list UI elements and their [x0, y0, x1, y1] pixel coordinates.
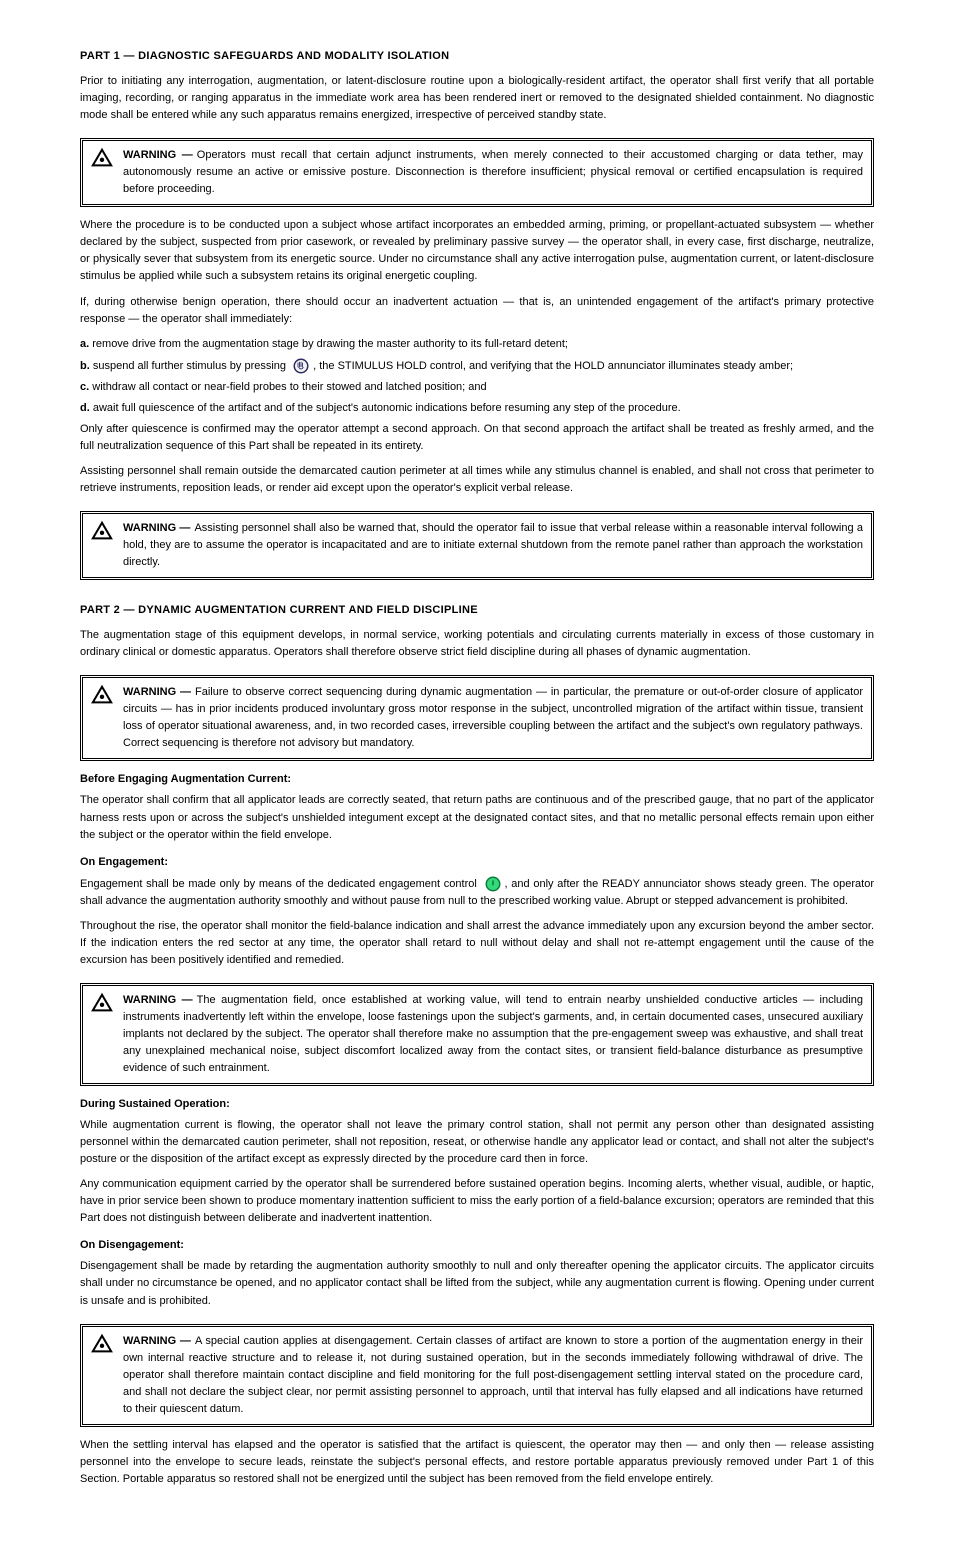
warning-2-text: Failure to observe correct sequencing du…: [123, 686, 863, 749]
warning-box-3: WARNING —The augmentation field, once es…: [80, 983, 874, 1086]
manual-page: PART 1 — DIAGNOSTIC SAFEGUARDS AND MODAL…: [0, 0, 954, 1556]
warning-box-1b: WARNING —Assisting personnel shall also …: [80, 511, 874, 580]
warning-box-2: WARNING —Failure to observe correct sequ…: [80, 675, 874, 761]
warning-box-1: WARNING —Operators must recall that cert…: [80, 138, 874, 207]
during-text-1: While augmentation current is flowing, t…: [80, 1117, 874, 1168]
on-engagement-step1: Engagement shall be made only by means o…: [80, 875, 874, 910]
during-label: During Sustained Operation:: [80, 1096, 874, 1113]
s1-assistants: Assisting personnel shall remain outside…: [80, 463, 874, 497]
on-engagement-label: On Engagement:: [80, 854, 874, 871]
warning-label: WARNING —: [123, 522, 190, 534]
section-2-header: PART 2 — DYNAMIC AUGMENTATION CURRENT AN…: [80, 602, 874, 619]
section-1-header: PART 1 — DIAGNOSTIC SAFEGUARDS AND MODAL…: [80, 48, 874, 65]
warning-label: WARNING —: [123, 994, 193, 1006]
warning-label: WARNING —: [123, 1335, 191, 1347]
s1-para-3: If, during otherwise benign operation, t…: [80, 294, 874, 328]
during-text-2: Any communication equipment carried by t…: [80, 1176, 874, 1227]
pre-engagement-label: Before Engaging Augmentation Current:: [80, 771, 874, 788]
warning-triangle-icon: [91, 1333, 113, 1361]
on-engagement-step2: Throughout the rise, the operator shall …: [80, 918, 874, 969]
s2-final: When the settling interval has elapsed a…: [80, 1437, 874, 1488]
pre-engagement-text: The operator shall confirm that all appl…: [80, 792, 874, 843]
warning-label: WARNING —: [123, 149, 193, 161]
warning-triangle-icon: [91, 992, 113, 1020]
warning-box-4: WARNING —A special caution applies at di…: [80, 1324, 874, 1427]
s2-intro: The augmentation stage of this equipment…: [80, 627, 874, 661]
s1-para-1: Prior to initiating any interrogation, a…: [80, 73, 874, 124]
on-disengagement-text: Disengagement shall be made by retarding…: [80, 1258, 874, 1309]
warning-1-text: Operators must recall that certain adjun…: [123, 149, 863, 195]
warning-4-text: A special caution applies at disengageme…: [123, 1335, 863, 1415]
warning-triangle-icon: [91, 520, 113, 548]
warning-3-text: The augmentation field, once established…: [123, 994, 863, 1074]
step-a: a. remove drive from the augmentation st…: [80, 336, 874, 353]
step-b: b. suspend all further stimulus by press…: [80, 357, 874, 375]
warning-triangle-icon: [91, 147, 113, 175]
warning-1b-text: Assisting personnel shall also be warned…: [123, 522, 863, 568]
on-disengagement-label: On Disengagement:: [80, 1237, 874, 1254]
s1-para-2: Where the procedure is to be conducted u…: [80, 217, 874, 285]
step-c: c. withdraw all contact or near-field pr…: [80, 379, 874, 396]
hold-button-icon: [292, 357, 310, 375]
warning-label: WARNING —: [123, 686, 191, 698]
s1-only-after: Only after quiescence is confirmed may t…: [80, 421, 874, 455]
warning-triangle-icon: [91, 684, 113, 712]
engage-button-icon: [484, 875, 502, 893]
step-d: d. await full quiescence of the artifact…: [80, 400, 874, 417]
